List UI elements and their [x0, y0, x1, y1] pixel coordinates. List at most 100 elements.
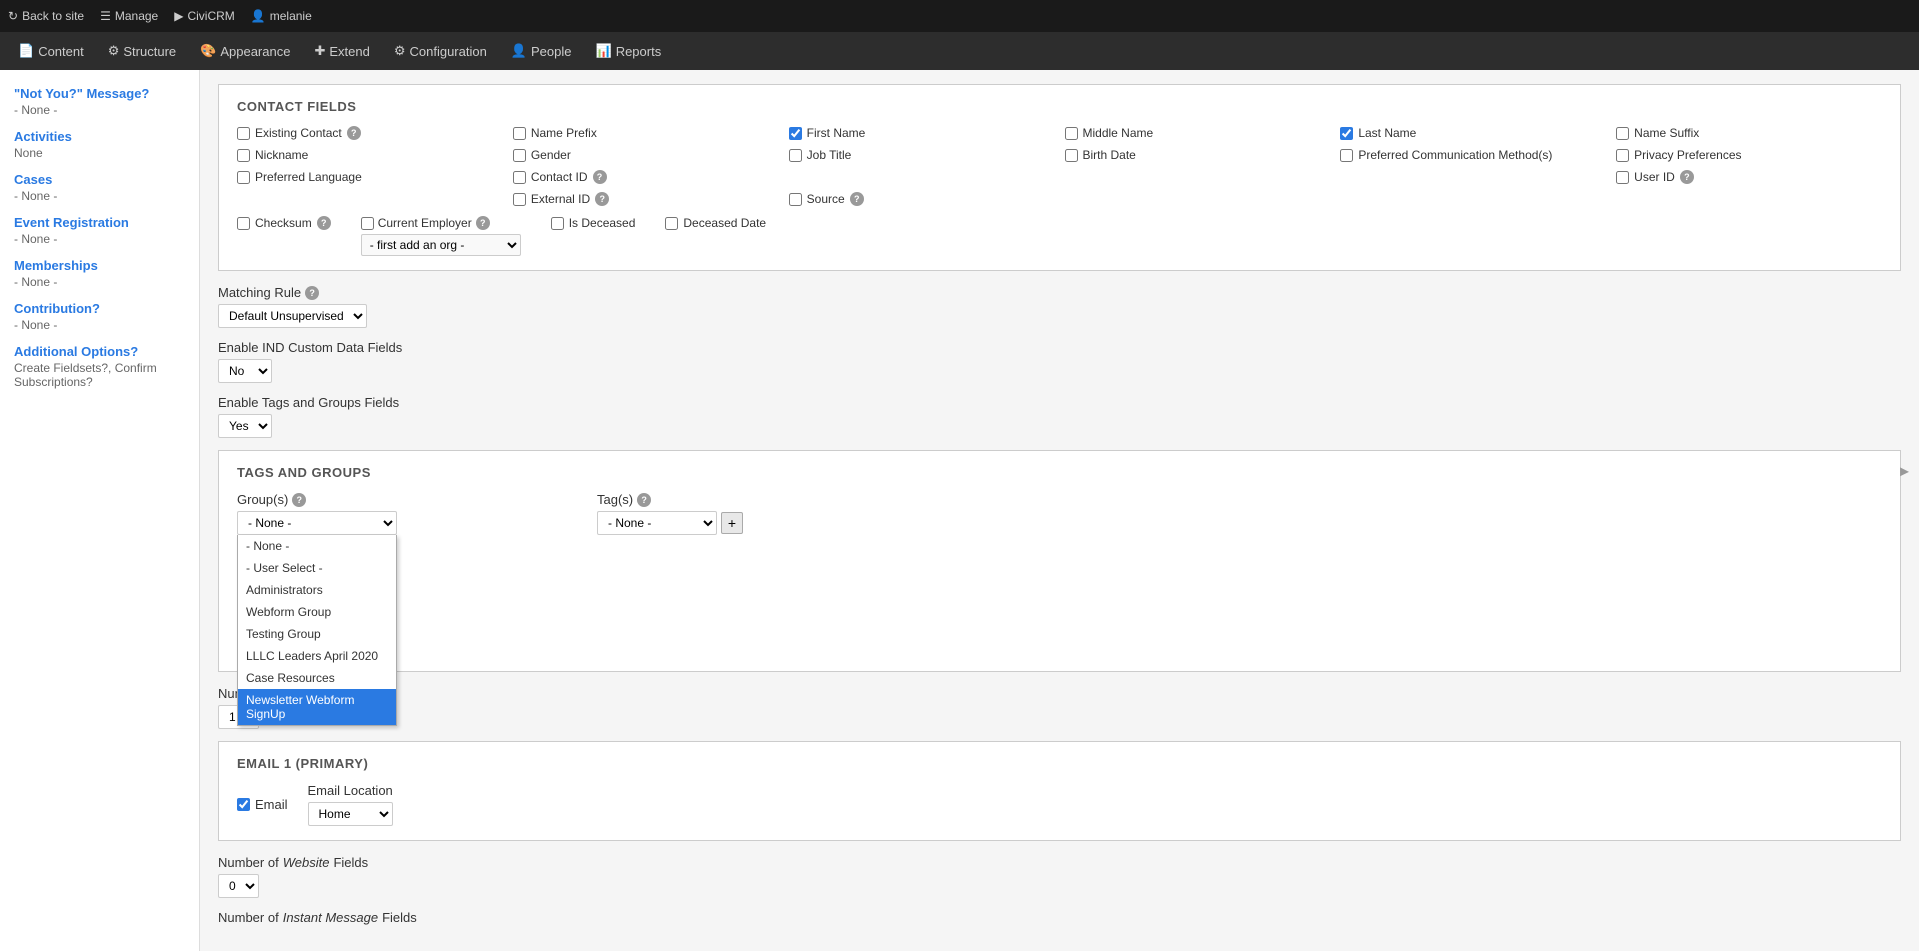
ind-custom-data-select[interactable]: No Yes	[218, 359, 272, 383]
ind-custom-data-row: Enable IND Custom Data Fields No Yes	[218, 340, 1901, 383]
groups-select[interactable]: - None -	[237, 511, 397, 535]
contact-fields-title: CONTACT FIELDS	[237, 99, 1882, 114]
privacy-checkbox[interactable]	[1616, 149, 1629, 162]
pref-language-label: Preferred Language	[255, 170, 362, 184]
existing-contact-label: Existing Contact	[255, 126, 342, 140]
nav-structure[interactable]: ⚙ Structure	[98, 37, 186, 65]
field-gender: Gender	[513, 148, 779, 162]
phone-fields-row: Number of Phone Fields 0 1 2	[237, 547, 1882, 590]
job-title-checkbox[interactable]	[789, 149, 802, 162]
people-icon: 👤	[511, 43, 527, 59]
sidebar-cases-value: - None -	[14, 187, 185, 203]
nav-content[interactable]: 📄 Content	[8, 37, 94, 65]
groups-option-none[interactable]: - None -	[238, 535, 396, 557]
sidebar-additional-title[interactable]: Additional Options?	[14, 344, 185, 359]
matching-rule-row: Matching Rule ? Default Unsupervised	[218, 285, 1901, 328]
groups-option-testing[interactable]: Testing Group	[238, 623, 396, 645]
groups-option-lllc[interactable]: LLLC Leaders April 2020	[238, 645, 396, 667]
existing-contact-checkbox[interactable]	[237, 127, 250, 140]
extend-icon: ✚	[314, 43, 325, 59]
tags-help-icon[interactable]: ?	[637, 493, 651, 507]
checksum-checkbox[interactable]	[237, 217, 250, 230]
sidebar-cases-title[interactable]: Cases	[14, 172, 185, 187]
back-icon: ↻	[8, 9, 18, 23]
is-deceased-checkbox[interactable]	[551, 217, 564, 230]
user-id-checkbox[interactable]	[1616, 171, 1629, 184]
email-fields-row: Number of Email Fields 1 0 2	[218, 686, 1901, 729]
tags-select[interactable]: - None -	[597, 511, 717, 535]
reports-icon: 📊	[596, 43, 612, 59]
existing-contact-help-icon[interactable]: ?	[347, 126, 361, 140]
contact-id-help-icon[interactable]: ?	[593, 170, 607, 184]
field-pref-language: Preferred Language	[237, 170, 503, 184]
groups-dropdown-container: - None - - None - - User Select - Admini…	[237, 511, 397, 535]
contact-id-checkbox[interactable]	[513, 171, 526, 184]
name-prefix-checkbox[interactable]	[513, 127, 526, 140]
user-menu[interactable]: 👤 melanie	[251, 9, 312, 23]
deceased-date-checkbox[interactable]	[665, 217, 678, 230]
matching-rule-select[interactable]: Default Unsupervised	[218, 304, 367, 328]
matching-rule-help-icon[interactable]: ?	[305, 286, 319, 300]
sidebar-memberships-title[interactable]: Memberships	[14, 258, 185, 273]
sidebar-memberships-value: - None -	[14, 273, 185, 289]
nickname-checkbox[interactable]	[237, 149, 250, 162]
groups-help-icon[interactable]: ?	[292, 493, 306, 507]
groups-option-administrators[interactable]: Administrators	[238, 579, 396, 601]
current-employer-checkbox[interactable]	[361, 217, 374, 230]
first-name-checkbox[interactable]	[789, 127, 802, 140]
checksum-label: Checksum	[255, 216, 312, 230]
source-checkbox[interactable]	[789, 193, 802, 206]
main-layout: "Not You?" Message? - None - Activities …	[0, 70, 1919, 951]
current-employer-label: Current Employer	[378, 216, 472, 230]
nav-configuration[interactable]: ⚙ Configuration	[384, 37, 497, 65]
name-prefix-label: Name Prefix	[531, 126, 597, 140]
sidebar-contribution-title[interactable]: Contribution?	[14, 301, 185, 316]
last-name-checkbox[interactable]	[1340, 127, 1353, 140]
groups-option-webform[interactable]: Webform Group	[238, 601, 396, 623]
sidebar-activities-title[interactable]: Activities	[14, 129, 185, 144]
tags-dropdown-with-add: - None - +	[597, 511, 743, 535]
manage-menu[interactable]: ☰ Manage	[100, 9, 158, 23]
nav-extend[interactable]: ✚ Extend	[304, 37, 379, 65]
groups-label: Group(s) ?	[237, 492, 397, 507]
sidebar-event-title[interactable]: Event Registration	[14, 215, 185, 230]
tags-groups-enable-select[interactable]: Yes No	[218, 414, 272, 438]
external-id-checkbox[interactable]	[513, 193, 526, 206]
sidebar-not-you-title[interactable]: "Not You?" Message?	[14, 86, 185, 101]
field-empty2	[1065, 170, 1331, 184]
current-employer-section: Current Employer ? - first add an org -	[361, 216, 521, 256]
pin-icon: ▸	[1900, 461, 1909, 482]
email1-location-select[interactable]: Home Work Other	[308, 802, 393, 826]
website-fields-select[interactable]: 0 1	[218, 874, 259, 898]
groups-option-user-select[interactable]: - User Select -	[238, 557, 396, 579]
middle-name-checkbox[interactable]	[1065, 127, 1078, 140]
first-name-label: First Name	[807, 126, 866, 140]
current-employer-help-icon[interactable]: ?	[476, 216, 490, 230]
field-first-name: First Name	[789, 126, 1055, 140]
checksum-help-icon[interactable]: ?	[317, 216, 331, 230]
pref-language-checkbox[interactable]	[237, 171, 250, 184]
tags-add-button[interactable]: +	[721, 512, 743, 534]
tags-groups-section: TAGS AND GROUPS Group(s) ? - None - -	[218, 450, 1901, 672]
gender-checkbox[interactable]	[513, 149, 526, 162]
groups-option-newsletter[interactable]: Newsletter Webform SignUp	[238, 689, 396, 725]
civicrm-menu[interactable]: ▶ CiviCRM	[174, 9, 235, 23]
back-to-site[interactable]: ↻ Back to site	[8, 9, 84, 23]
pref-comm-checkbox[interactable]	[1340, 149, 1353, 162]
field-user-id: User ID ?	[1616, 170, 1882, 184]
nav-reports[interactable]: 📊 Reports	[586, 37, 672, 65]
user-id-label: User ID	[1634, 170, 1675, 184]
current-employer-select[interactable]: - first add an org -	[361, 234, 521, 256]
nav-appearance[interactable]: 🎨 Appearance	[190, 37, 300, 65]
field-middle-name: Middle Name	[1065, 126, 1331, 140]
birth-date-checkbox[interactable]	[1065, 149, 1078, 162]
groups-option-case[interactable]: Case Resources	[238, 667, 396, 689]
tags-groups-enable-label: Enable Tags and Groups Fields	[218, 395, 1901, 410]
email1-label: Email	[255, 797, 288, 812]
email1-checkbox[interactable]	[237, 798, 250, 811]
user-id-help-icon[interactable]: ?	[1680, 170, 1694, 184]
nav-people[interactable]: 👤 People	[501, 37, 582, 65]
source-help-icon[interactable]: ?	[850, 192, 864, 206]
external-id-help-icon[interactable]: ?	[595, 192, 609, 206]
name-suffix-checkbox[interactable]	[1616, 127, 1629, 140]
